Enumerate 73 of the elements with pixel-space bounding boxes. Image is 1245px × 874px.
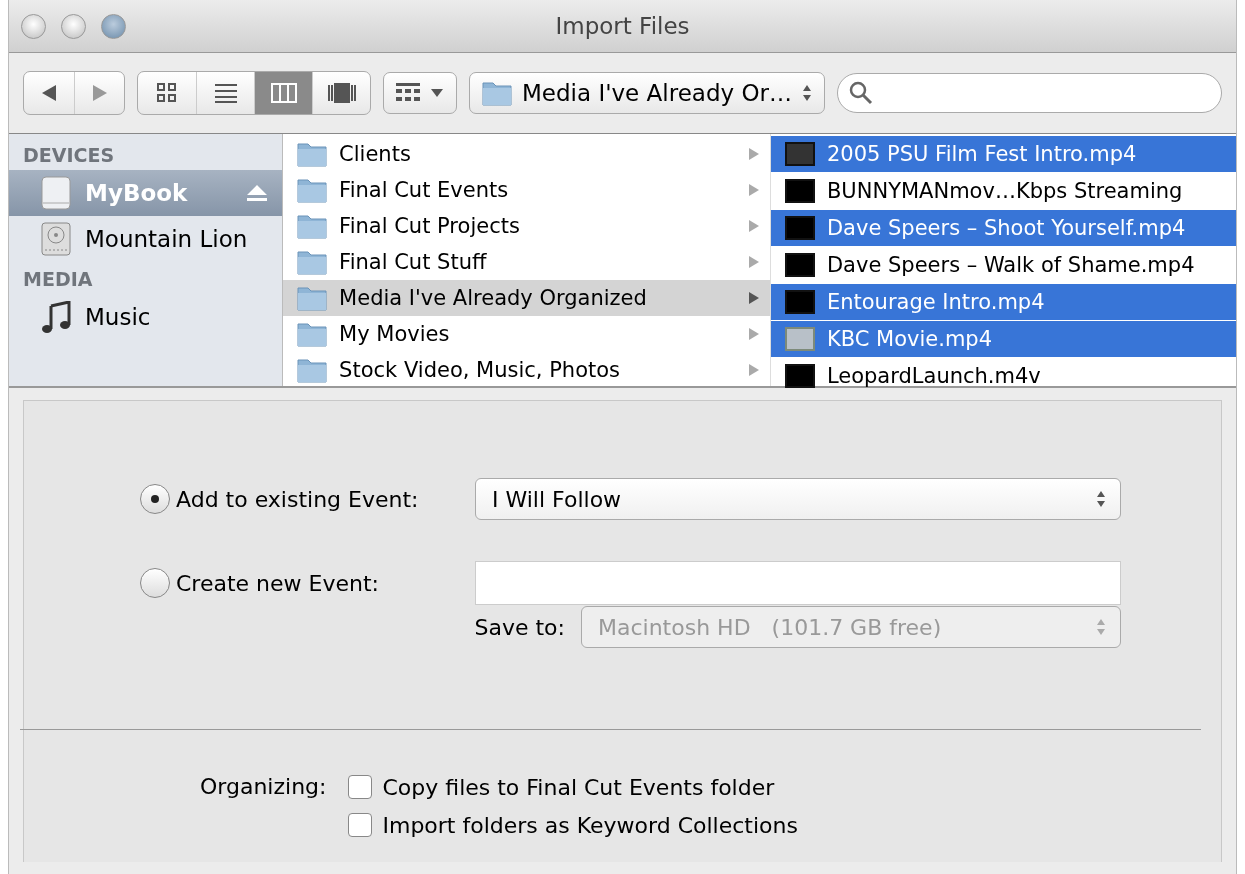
file-row[interactable]: BUNNYMANmov…Kbps Streaming xyxy=(770,173,1236,209)
checkbox[interactable] xyxy=(348,813,373,837)
dropdown-arrow-icon xyxy=(430,88,444,98)
disclosure-arrow-icon xyxy=(747,327,760,341)
columns-icon xyxy=(270,83,297,103)
file-row[interactable]: KBC Movie.mp4 xyxy=(770,321,1236,357)
folder-icon xyxy=(297,249,328,275)
grid-icon xyxy=(156,82,178,104)
folder-icon xyxy=(297,213,328,239)
checkbox[interactable] xyxy=(348,775,373,799)
folder-row[interactable]: Final Cut Events xyxy=(283,172,770,208)
search-icon xyxy=(849,81,873,105)
organizing-label: Organizing: xyxy=(200,773,327,801)
disclosure-arrow-icon xyxy=(747,183,760,197)
grid-icon xyxy=(396,83,420,103)
file-row[interactable]: Dave Speers – Walk of Shame.mp4 xyxy=(770,247,1236,283)
sidebar-item[interactable]: Mountain Lion xyxy=(9,216,283,262)
video-thumbnail-icon xyxy=(784,253,815,277)
close-button[interactable] xyxy=(21,13,46,39)
disclosure-arrow-icon xyxy=(747,219,760,233)
search-field[interactable] xyxy=(837,73,1222,113)
view-mode-button[interactable] xyxy=(254,72,312,114)
folder-row[interactable]: Media I've Already Organized xyxy=(283,280,770,316)
video-thumbnail-icon xyxy=(784,179,815,203)
disclosure-arrow-icon xyxy=(747,363,760,377)
file-row[interactable]: 2005 PSU Film Fest Intro.mp4 xyxy=(770,136,1236,172)
folder-icon xyxy=(297,321,328,347)
event-name-field[interactable] xyxy=(475,561,1121,605)
folder-icon xyxy=(297,177,328,203)
save-to-label: Save to: xyxy=(474,614,565,640)
folder-row[interactable]: Final Cut Stuff xyxy=(283,244,770,280)
stepper-arrows-icon xyxy=(802,83,812,103)
cover-flow-icon xyxy=(326,82,357,104)
folder-icon xyxy=(482,80,512,106)
forward-arrow-icon xyxy=(91,84,108,102)
file-row[interactable]: Entourage Intro.mp4 xyxy=(770,284,1236,320)
radio-button[interactable]: Create new Event: xyxy=(140,568,475,598)
disclosure-arrow-icon xyxy=(747,291,760,305)
disclosure-arrow-icon xyxy=(747,255,760,269)
stepper-arrows-icon xyxy=(1096,489,1106,509)
folder-icon xyxy=(297,141,328,167)
folder-row[interactable]: Clients xyxy=(283,136,770,172)
folder-icon xyxy=(297,285,328,311)
sidebar-heading: MEDIA xyxy=(22,267,94,292)
video-thumbnail-icon xyxy=(784,142,815,166)
stepper-arrows-icon xyxy=(1096,617,1106,637)
folder-icon xyxy=(297,357,328,383)
sidebar-item[interactable]: Music xyxy=(9,294,283,340)
file-row[interactable]: LeopardLaunch.m4v xyxy=(770,358,1236,394)
window-title: Import Files xyxy=(555,13,690,39)
list-icon xyxy=(213,83,238,103)
event-popup[interactable]: I Will Follow xyxy=(475,478,1121,520)
sidebar-heading: DEVICES xyxy=(22,143,116,168)
back-arrow-icon xyxy=(41,84,57,102)
path-popup[interactable]: Media I've Already Or… xyxy=(469,72,825,114)
zoom-button[interactable] xyxy=(101,13,126,39)
video-thumbnail-icon xyxy=(784,290,815,314)
disclosure-arrow-icon xyxy=(747,147,760,161)
eject-icon[interactable] xyxy=(246,184,269,202)
radio-button[interactable]: Add to existing Event: xyxy=(140,484,475,514)
video-thumbnail-icon xyxy=(784,364,815,388)
drive-icon xyxy=(41,176,71,210)
arrange-menu-button[interactable] xyxy=(383,72,457,114)
minimize-button[interactable] xyxy=(61,13,86,39)
folder-row[interactable]: Final Cut Projects xyxy=(283,208,770,244)
file-row[interactable]: Dave Speers – Shoot Yourself.mp4 xyxy=(770,210,1236,246)
music-note-icon xyxy=(41,301,71,333)
folder-row[interactable]: My Movies xyxy=(283,316,770,352)
checkbox-option[interactable]: Copy files to Final Cut Events folder xyxy=(348,770,798,804)
video-thumbnail-icon xyxy=(784,327,815,351)
checkbox-option[interactable]: Import folders as Keyword Collections xyxy=(348,808,798,842)
folder-row[interactable]: Stock Video, Music, Photos xyxy=(283,352,770,388)
video-thumbnail-icon xyxy=(784,216,815,240)
